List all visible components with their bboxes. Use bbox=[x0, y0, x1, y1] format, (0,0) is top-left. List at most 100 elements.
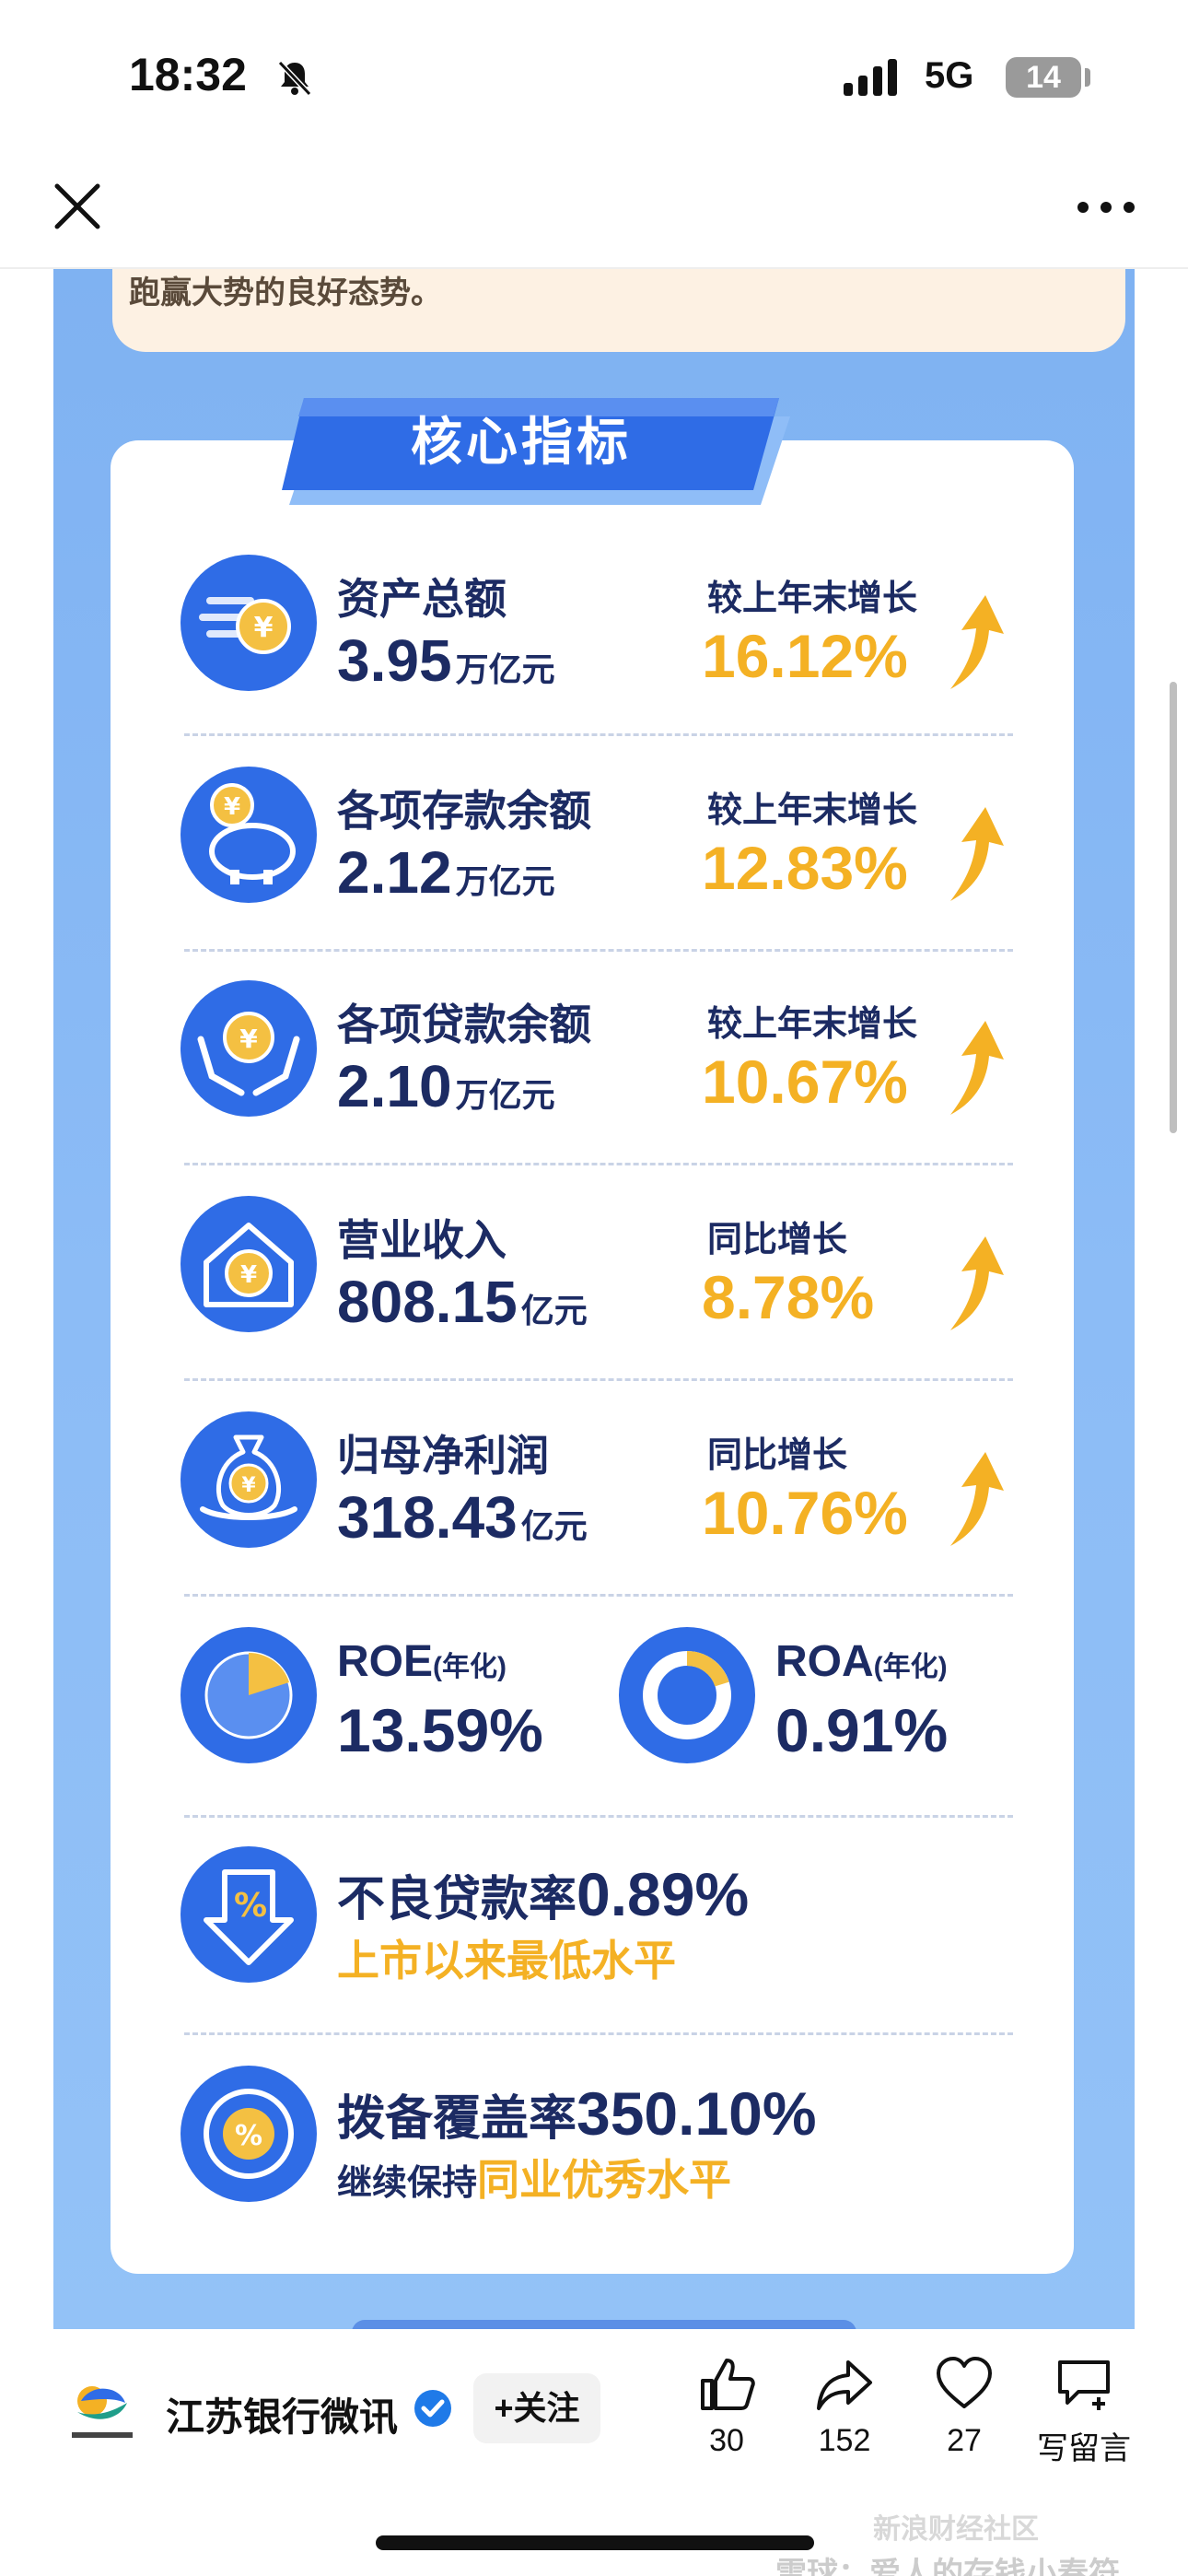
arrow-up-icon bbox=[950, 1021, 1004, 1115]
divider bbox=[184, 949, 1013, 952]
ring-chart-icon bbox=[619, 1627, 755, 1763]
metric-number: 808.15 bbox=[337, 1269, 518, 1335]
growth-value: 12.83% bbox=[702, 834, 908, 902]
roa-title: ROA bbox=[775, 1637, 874, 1686]
coverage-sub: 继续保持同业优秀水平 bbox=[337, 2147, 731, 2207]
metric-deposits: ¥ 各项存款余额 2.12 万亿元 较上年末增长 12.83% bbox=[175, 761, 1013, 916]
roe-note: (年化) bbox=[433, 1652, 507, 1682]
metric-number: 2.12 bbox=[337, 839, 452, 906]
thumbs-up-icon bbox=[701, 2359, 755, 2410]
roa-value: 0.91% bbox=[775, 1696, 949, 1764]
share-button[interactable]: 152 bbox=[785, 2355, 904, 2484]
metric-unit: 万亿元 bbox=[455, 862, 555, 900]
metric-unit: 亿元 bbox=[520, 1507, 588, 1545]
svg-text:¥: ¥ bbox=[239, 1024, 258, 1054]
npl-title: 不良贷款率0.89% bbox=[337, 1859, 749, 1929]
shield-percent-icon: % bbox=[181, 2066, 317, 2202]
favorite-button[interactable]: 27 bbox=[904, 2355, 1024, 2484]
section-title: 核心指标 bbox=[411, 413, 632, 471]
core-metrics-card bbox=[111, 440, 1074, 2274]
battery-tip bbox=[1085, 68, 1090, 87]
hands-coin-icon: ¥ bbox=[181, 980, 317, 1117]
next-section-tab bbox=[352, 2320, 856, 2329]
coverage-row: % 拨备覆盖率350.10% 继续保持同业优秀水平 bbox=[175, 2060, 1013, 2217]
metric-value: 3.95 万亿元 bbox=[337, 626, 555, 695]
roa-block: ROA(年化) 0.91% bbox=[613, 1622, 1055, 1778]
npl-sub: 上市以来最低水平 bbox=[337, 1937, 676, 1985]
home-indicator[interactable] bbox=[376, 2535, 814, 2550]
metric-label: 各项贷款余额 bbox=[337, 1001, 591, 1048]
status-bar: 18:32 5G 14 bbox=[0, 0, 1188, 157]
down-arrow-percent-icon: % bbox=[181, 1846, 317, 1983]
divider bbox=[184, 1594, 1013, 1597]
scrollbar-thumb[interactable] bbox=[1170, 682, 1177, 1133]
comment-label: 写留言 bbox=[1037, 2431, 1131, 2466]
svg-text:%: % bbox=[235, 2120, 262, 2152]
metric-label: 归母净利润 bbox=[337, 1432, 549, 1480]
metric-number: 318.43 bbox=[337, 1484, 518, 1551]
svg-text:¥: ¥ bbox=[254, 612, 274, 644]
sina-watermark: 新浪财经社区 bbox=[873, 2514, 1039, 2545]
roe-value: 13.59% bbox=[337, 1696, 543, 1764]
verified-badge-icon bbox=[414, 2390, 451, 2427]
heart-icon bbox=[937, 2357, 992, 2408]
metric-value: 2.10 万亿元 bbox=[337, 1052, 555, 1120]
like-count: 30 bbox=[709, 2423, 744, 2458]
metric-value: 2.12 万亿元 bbox=[337, 838, 555, 907]
metric-total-assets: ¥ 资产总额 3.95 万亿元 较上年末增长 16.12% bbox=[175, 549, 1013, 704]
growth-value: 10.76% bbox=[702, 1479, 908, 1547]
svg-text:%: % bbox=[234, 1887, 267, 1925]
growth-label: 同比增长 bbox=[707, 1436, 848, 1475]
bell-off-icon bbox=[277, 60, 312, 97]
favorite-count: 27 bbox=[947, 2423, 982, 2458]
arrow-up-icon bbox=[950, 1452, 1004, 1546]
signal-icon bbox=[844, 59, 897, 96]
growth-value: 8.78% bbox=[702, 1263, 875, 1331]
svg-text:¥: ¥ bbox=[224, 793, 240, 821]
house-coin-icon: ¥ bbox=[181, 1196, 317, 1332]
svg-text:¥: ¥ bbox=[240, 1261, 257, 1289]
divider bbox=[184, 1163, 1013, 1165]
coverage-sub-prefix: 继续保持 bbox=[337, 2164, 478, 2203]
roa-note: (年化) bbox=[873, 1652, 948, 1682]
close-icon[interactable] bbox=[50, 179, 105, 234]
roe-block: ROE(年化) 13.59% bbox=[175, 1622, 617, 1778]
battery-indicator: 14 bbox=[1006, 57, 1081, 98]
metric-unit: 亿元 bbox=[520, 1292, 588, 1329]
account-name[interactable]: 江苏银行微讯 bbox=[166, 2386, 398, 2442]
like-button[interactable]: 30 bbox=[667, 2355, 786, 2484]
growth-label: 较上年末增长 bbox=[707, 580, 918, 618]
roe-title: ROE bbox=[337, 1637, 434, 1686]
svg-text:¥: ¥ bbox=[241, 1474, 256, 1497]
growth-value: 16.12% bbox=[702, 622, 908, 690]
metric-value: 318.43 亿元 bbox=[337, 1483, 588, 1551]
share-icon bbox=[817, 2360, 872, 2410]
metric-unit: 万亿元 bbox=[455, 650, 555, 688]
growth-label: 较上年末增长 bbox=[707, 1005, 918, 1044]
divider bbox=[184, 1378, 1013, 1381]
piggy-bank-icon: ¥ bbox=[181, 767, 317, 903]
metric-net-profit: ¥ 归母净利润 318.43 亿元 同比增长 10.76% bbox=[175, 1406, 1013, 1561]
coverage-title: 拨备覆盖率350.10% bbox=[337, 2078, 817, 2149]
metric-revenue: ¥ 营业收入 808.15 亿元 同比增长 8.78% bbox=[175, 1190, 1013, 1345]
metric-label: 各项存款余额 bbox=[337, 787, 591, 835]
npl-label: 不良贷款率 bbox=[337, 1873, 577, 1926]
nav-bar bbox=[0, 157, 1188, 269]
network-type: 5G bbox=[925, 55, 974, 96]
coverage-label: 拨备覆盖率 bbox=[337, 2092, 577, 2146]
arrow-up-icon bbox=[950, 595, 1004, 689]
metric-label: 资产总额 bbox=[337, 575, 507, 623]
comment-button[interactable]: 写留言 bbox=[1024, 2355, 1144, 2484]
follow-button[interactable]: +关注 bbox=[473, 2373, 600, 2443]
share-count: 152 bbox=[818, 2423, 871, 2458]
money-bag-icon: ¥ bbox=[181, 1411, 317, 1548]
coverage-sub-highlight: 同业优秀水平 bbox=[477, 2156, 732, 2204]
metric-loans: ¥ 各项贷款余额 2.10 万亿元 较上年末增长 10.67% bbox=[175, 975, 1013, 1130]
coverage-value: 350.10% bbox=[577, 2079, 817, 2148]
account-logo[interactable] bbox=[64, 2375, 140, 2451]
more-options-icon[interactable] bbox=[1074, 193, 1138, 221]
metric-number: 2.10 bbox=[337, 1053, 452, 1119]
divider bbox=[184, 733, 1013, 736]
coin-stack-icon: ¥ bbox=[181, 555, 317, 691]
comment-add-icon bbox=[1058, 2360, 1110, 2410]
